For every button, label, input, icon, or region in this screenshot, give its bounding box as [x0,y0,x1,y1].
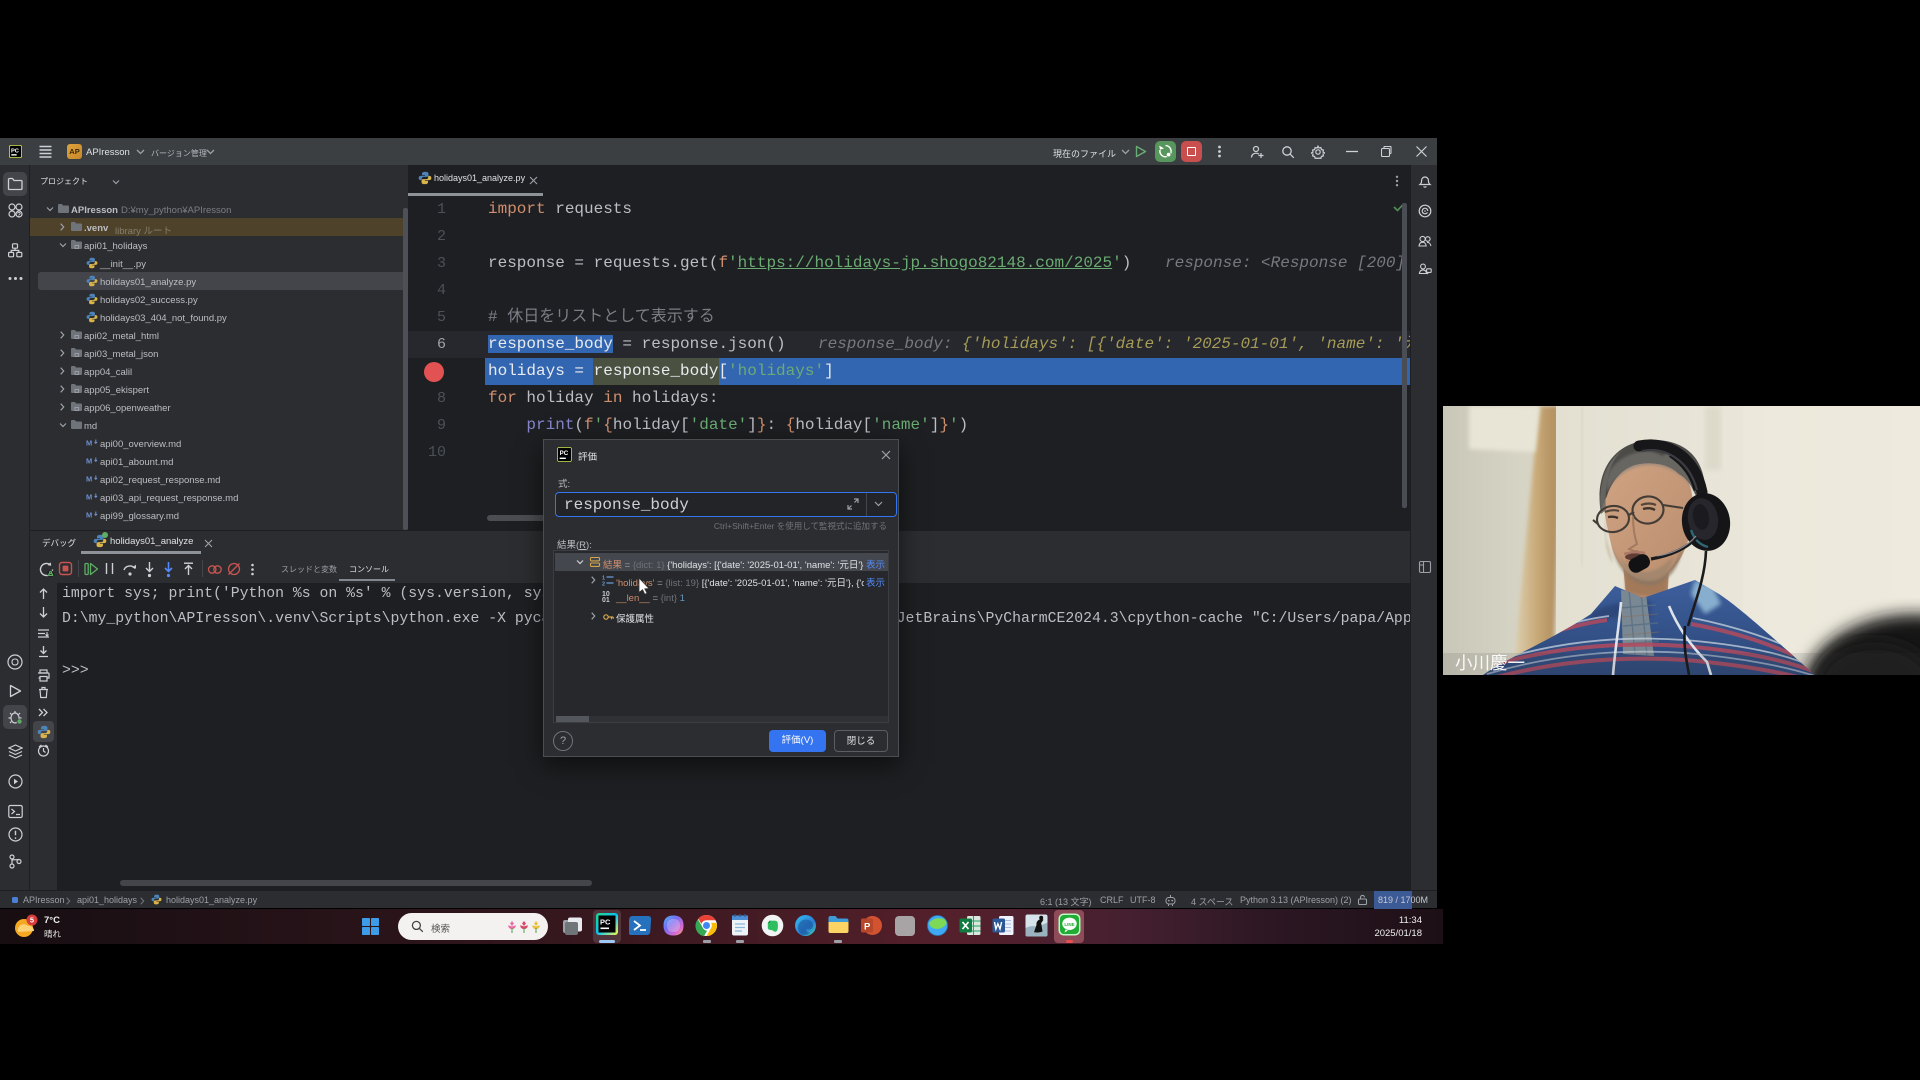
svg-text:M: M [86,493,92,502]
svg-text:M: M [86,475,92,484]
svg-text:5: 5 [30,916,34,925]
svg-text:P: P [864,922,871,933]
svg-text:M: M [86,457,92,466]
svg-text:?: ? [17,212,21,219]
svg-text:PC: PC [600,918,611,927]
svg-text:LINE: LINE [1064,922,1074,927]
svg-text:小川慶一: 小川慶一 [1455,653,1525,673]
svg-text:PC: PC [560,450,569,457]
svg-text:2: 2 [602,582,605,587]
svg-text:M: M [86,439,92,448]
svg-text:M: M [86,511,92,520]
svg-text:PC: PC [11,148,19,154]
